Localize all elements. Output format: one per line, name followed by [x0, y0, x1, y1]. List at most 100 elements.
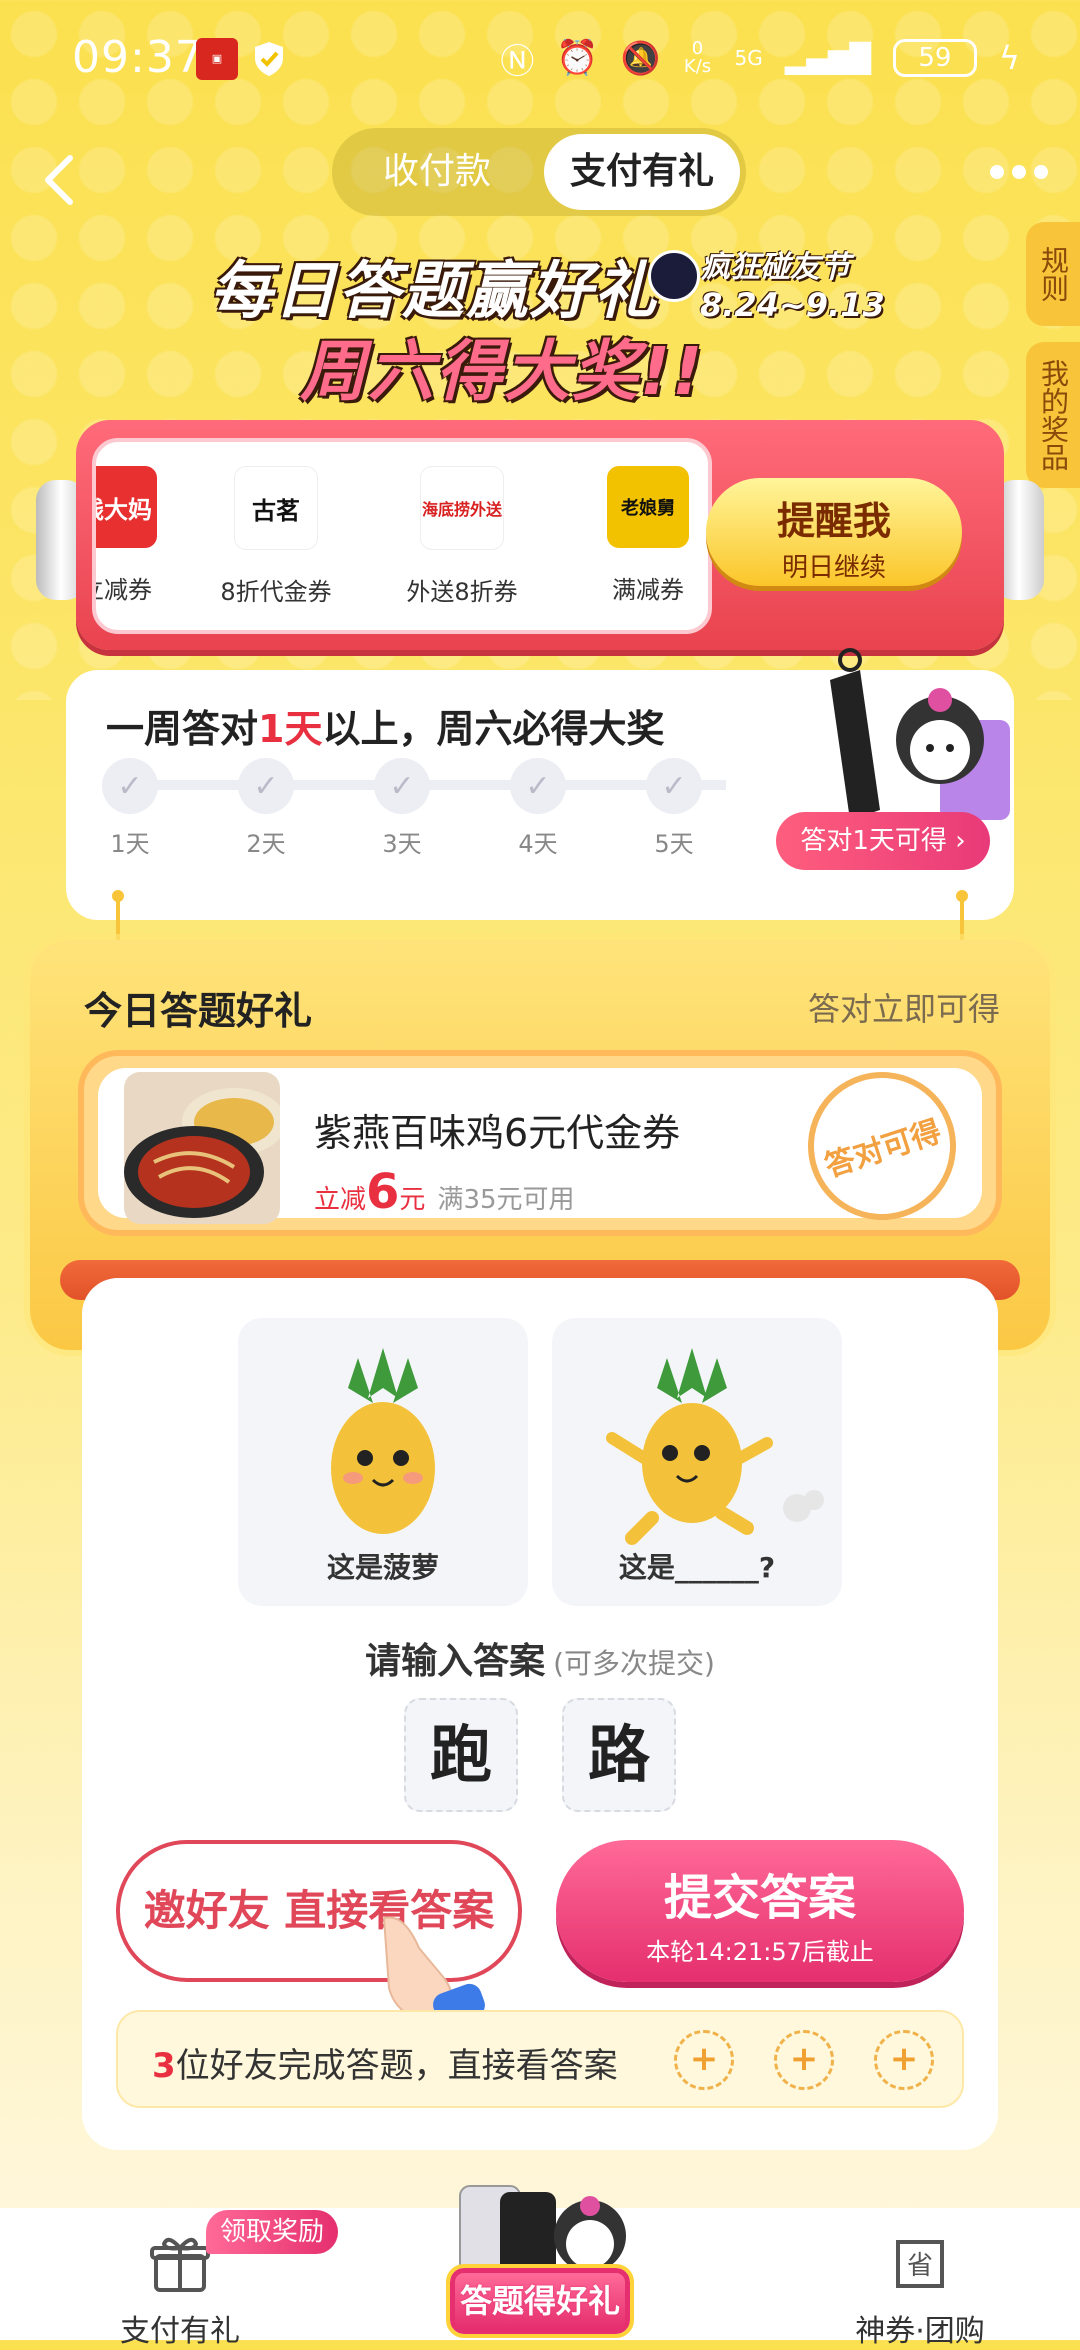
brand-logo: 海底捞外送: [420, 466, 504, 550]
weekly-title: 一周答对1天以上，周六必得大奖: [106, 698, 664, 753]
remind-subtitle: 明日继续: [781, 553, 886, 583]
day-label: 4天: [518, 830, 558, 858]
gift-card-inner: 紫燕百味鸡6元代金券 立减6元 满35元可用 答对可得: [98, 1052, 982, 1240]
brand-logo: 老娘舅: [607, 466, 689, 548]
net-speed: 0 K/s: [683, 38, 712, 77]
signal-icon: ▂▄▆█: [784, 41, 871, 75]
gift-price: 立减6元 满35元可用: [314, 1164, 575, 1220]
battery-icon: 59: [892, 39, 977, 77]
today-gift-title: 今日答题好礼: [84, 989, 313, 1033]
day-step: ✓ 5天: [644, 758, 704, 859]
brand-logo: 古茗: [234, 466, 318, 550]
weekly-prize-button[interactable]: 答对1天可得 ›: [776, 812, 990, 870]
back-arrow-icon[interactable]: [36, 150, 86, 210]
alarm-icon: ⏰: [556, 38, 599, 78]
answer-tile[interactable]: 路: [562, 1698, 676, 1812]
coupon-caption: 满减券: [612, 576, 684, 604]
price-prefix: 立减: [314, 1185, 367, 1215]
submit-answer-button[interactable]: 提交答案 本轮14:21:57后截止: [556, 1840, 964, 1982]
day-label: 1天: [110, 830, 150, 858]
question-image-1: 这是菠萝: [238, 1318, 528, 1606]
coupon-caption: 8折代金券: [220, 578, 332, 606]
securities-app-icon: ▣: [196, 38, 238, 80]
network-label: 5G: [734, 46, 763, 70]
day-label: 3天: [382, 830, 422, 858]
coupon-item[interactable]: 海底捞外送 外送8折券: [382, 466, 542, 607]
image1-caption: 这是菠萝: [326, 1551, 439, 1584]
kuromi-umbrella-prize-image[interactable]: [790, 640, 1010, 840]
status-bar: 09:37 ▣ Ⓝ ⏰ 🔕 0 K/s 5G ▂▄▆█ 59 ϟ: [0, 0, 1080, 120]
gift-icon: [150, 2237, 210, 2292]
answer-prompt: 请输入答案 (可多次提交): [82, 1632, 998, 1684]
day-step: ✓ 2天: [236, 758, 296, 859]
more-menu-icon[interactable]: [990, 160, 1050, 184]
remind-me-button[interactable]: 提醒我 明日继续: [706, 478, 962, 586]
festival-name: 疯狂碰友节: [700, 250, 850, 285]
today-gift-subtitle: 答对立即可得: [807, 990, 1000, 1028]
top-tab-switch: 收付款 支付有礼: [332, 128, 746, 216]
remind-title: 提醒我: [776, 499, 891, 543]
day-step: ✓ 4天: [508, 758, 568, 859]
nav-coupons-groupbuy[interactable]: 省 神券·团购: [820, 2208, 1020, 2350]
festival-dates: 8.24~9.13: [700, 286, 885, 324]
gift-card[interactable]: 紫燕百味鸡6元代金券 立减6元 满35元可用 答对可得: [78, 1050, 1002, 1240]
friends-count: 3: [152, 2046, 176, 2086]
rules-tab[interactable]: 规则: [1026, 222, 1080, 326]
add-friend-slot[interactable]: +: [874, 2030, 934, 2090]
claim-reward-badge[interactable]: 领取奖励: [206, 2210, 339, 2254]
rules-label: 规则: [1037, 246, 1070, 302]
nav-right-label: 神券·团购: [855, 2314, 985, 2349]
check-icon: ✓: [510, 758, 566, 814]
nav-quiz-rewards[interactable]: 答题得好礼: [446, 2264, 634, 2338]
banner-subtitle: 周六得大奖!!: [300, 333, 705, 410]
coupon-item[interactable]: 钱大妈 立减券: [96, 466, 196, 605]
friends-message: 位好友完成答题，直接看答案: [175, 2046, 618, 2086]
price-value: 6: [366, 1164, 400, 1220]
weekly-title-post: 以上，周六必得大奖: [322, 707, 665, 751]
win-stamp: 答对可得: [788, 1052, 976, 1240]
question-image-2: 这是______?: [552, 1318, 842, 1606]
coupon-scroll: 钱大妈 立减券 古茗 8折代金券 海底捞外送 外送8折券 老娘舅 满减券 提醒我…: [36, 420, 1044, 650]
nav-left-label: 支付有礼: [120, 2314, 240, 2349]
running-pineapple-image: [606, 1348, 824, 1545]
prompt-hint: (可多次提交): [553, 1647, 715, 1680]
gift-name: 紫燕百味鸡6元代金券: [314, 1111, 681, 1155]
answer-tile[interactable]: 跑: [404, 1698, 518, 1812]
coupon-carousel[interactable]: 钱大妈 立减券 古茗 8折代金券 海底捞外送 外送8折券 老娘舅 满减券: [92, 438, 712, 634]
coupon-item[interactable]: 古茗 8折代金券: [196, 466, 356, 607]
tab-collect-pay[interactable]: 收付款: [342, 134, 532, 210]
festival-logo-icon: [648, 250, 700, 302]
friends-progress: 3位好友完成答题，直接看答案 + + +: [116, 2010, 964, 2108]
day-label: 5天: [654, 830, 694, 858]
verified-shield-icon: [255, 42, 283, 76]
nfc-icon: Ⓝ: [500, 41, 535, 82]
check-icon: ✓: [238, 758, 294, 814]
festival-info: 疯狂碰友节 8.24~9.13: [700, 242, 885, 324]
prompt-text: 请输入答案: [365, 1641, 546, 1682]
check-icon: ✓: [374, 758, 430, 814]
image2-caption: 这是______?: [618, 1551, 776, 1584]
coupon-item[interactable]: 老娘舅 满减券: [568, 466, 708, 605]
weekly-title-pre: 一周答对: [106, 707, 259, 751]
coupon-caption: 外送8折券: [406, 578, 518, 606]
dish-image: [124, 1072, 280, 1224]
price-condition: 满35元可用: [437, 1185, 575, 1215]
add-friend-slot[interactable]: +: [774, 2030, 834, 2090]
day-step: ✓ 3天: [372, 758, 432, 859]
coupon-icon-text: 省: [907, 2251, 933, 2281]
tab-pay-rewards[interactable]: 支付有礼: [544, 134, 740, 210]
add-friend-slot[interactable]: +: [674, 2030, 734, 2090]
check-icon: ✓: [646, 758, 702, 814]
system-icons: Ⓝ ⏰ 🔕 0 K/s 5G ▂▄▆█ 59 ϟ: [500, 36, 1020, 82]
event-banner: 每日答题赢好礼 周六得大奖!! 疯狂碰友节 8.24~9.13: [200, 230, 900, 410]
battery-level: 59: [918, 43, 952, 73]
banner-title: 每日答题赢好礼: [210, 254, 659, 327]
day-step: ✓ 1天: [100, 758, 160, 859]
coupon-save-icon: 省: [896, 2240, 944, 2288]
coupon-caption: 立减券: [96, 576, 152, 604]
status-time: 09:37: [72, 32, 204, 83]
day-label: 2天: [246, 830, 286, 858]
pineapple-image: [331, 1348, 435, 1534]
price-unit: 元: [399, 1185, 426, 1215]
check-icon: ✓: [102, 758, 158, 814]
